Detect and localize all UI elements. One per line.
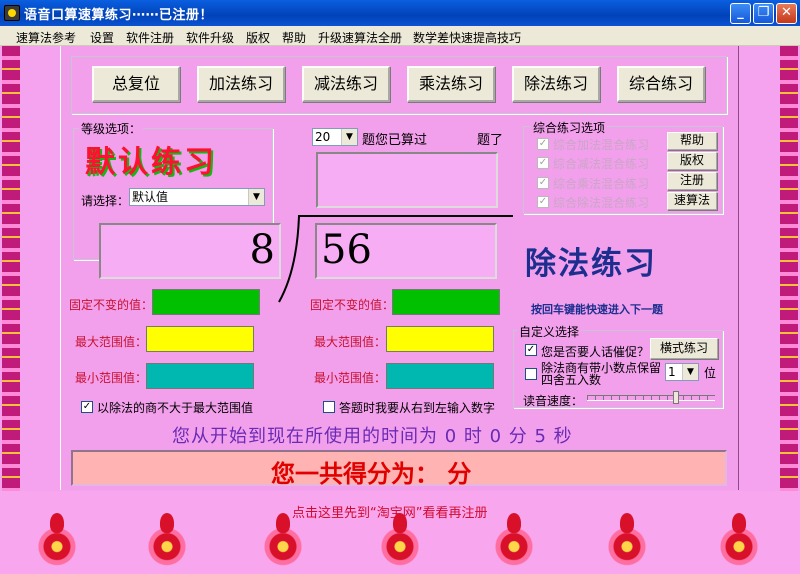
left-quotient-checkbox[interactable]: ✓: [81, 401, 93, 413]
menu-settings[interactable]: 设置: [90, 29, 114, 46]
right-to-left-label: 答题时我要从右到左输入数字: [339, 401, 496, 415]
decimal-value: 1: [668, 365, 676, 379]
mixed-group-title: 综合练习选项: [531, 119, 608, 136]
main-panel: 总复位 加法练习 减法练习 乘法练习 除法练习 综合练习 等级选项： 默认练习 …: [60, 46, 739, 490]
answer-count-box: [316, 152, 498, 208]
level-select[interactable]: 默认值 ▼: [129, 188, 265, 206]
left-max-label: 最大范围值：: [75, 335, 148, 349]
decimal-label-line2: 四舍五入数: [541, 373, 602, 387]
custom-group-title: 自定义选择: [517, 323, 582, 340]
divisor-value: 8: [249, 227, 275, 273]
decimal-unit: 位: [704, 366, 717, 380]
menu-help[interactable]: 帮助: [282, 29, 306, 46]
mixed-add-checkbox[interactable]: ✓: [537, 138, 549, 150]
left-quotient-label: 以除法的商不大于最大范围值: [97, 401, 254, 415]
flower-ornament: [262, 513, 304, 569]
left-min-input[interactable]: [146, 363, 254, 389]
count-select[interactable]: 20 ▼: [312, 128, 358, 146]
chevron-down-icon[interactable]: ▼: [248, 189, 264, 205]
flower-ornament: [146, 513, 188, 569]
mixed-sub-label: 综合减法混合练习: [553, 157, 650, 171]
close-button[interactable]: ✕: [776, 3, 797, 24]
flower-ornament: [606, 513, 648, 569]
mixed-add-label: 综合加法混合练习: [553, 138, 650, 152]
mode-banner: 除法练习: [525, 246, 657, 282]
right-fixed-label: 固定不变的值：: [310, 298, 395, 312]
right-fixed-input[interactable]: [392, 289, 500, 315]
mixed-div-label: 综合除法混合练习: [553, 196, 650, 210]
mixed-mul-checkbox[interactable]: ✓: [537, 177, 549, 189]
menu-upgrade[interactable]: 软件升级: [186, 29, 234, 46]
right-min-label: 最小范围值：: [314, 371, 387, 385]
speed-label: 读音速度：: [523, 394, 584, 408]
flower-ornament: [493, 513, 535, 569]
division-button[interactable]: 除法练习: [512, 66, 600, 102]
dividend-value: 56: [321, 227, 372, 273]
next-question-hint: 按回车键能快速进入下一题: [531, 303, 663, 316]
register-button[interactable]: 注册: [667, 172, 717, 190]
decimal-checkbox[interactable]: [525, 368, 537, 380]
speed-method-button[interactable]: 速算法: [667, 192, 717, 210]
right-decoration: [780, 46, 798, 491]
window-title: 语音口算速算练习⋯⋯已注册！: [24, 8, 214, 23]
copyright-button[interactable]: 版权: [667, 152, 717, 170]
dividend-box[interactable]: 56: [315, 223, 497, 279]
count-label-before: 题您已算过: [362, 133, 428, 148]
menu-register[interactable]: 软件注册: [126, 29, 174, 46]
title-bar: 语音口算速算练习⋯⋯已注册！ _ ❐ ✕: [0, 0, 800, 26]
menu-copyright[interactable]: 版权: [246, 29, 270, 46]
chevron-down-icon[interactable]: ▼: [341, 129, 357, 145]
mixed-button[interactable]: 综合练习: [617, 66, 705, 102]
multiplication-button[interactable]: 乘法练习: [407, 66, 495, 102]
count-label-after: 题了: [477, 133, 504, 148]
divisor-box: 8: [99, 223, 281, 279]
addition-button[interactable]: 加法练习: [197, 66, 285, 102]
decimal-label: 除法商有带小数点保留 四舍五入数: [541, 362, 661, 386]
count-value: 20: [315, 130, 331, 144]
right-max-label: 最大范围值：: [314, 335, 387, 349]
maximize-button[interactable]: ❐: [753, 3, 774, 24]
horizontal-practice-button[interactable]: 横式练习: [650, 338, 718, 359]
level-select-label: 请选择：: [81, 194, 130, 208]
help-button[interactable]: 帮助: [667, 132, 717, 150]
right-min-input[interactable]: [386, 363, 494, 389]
subtraction-button[interactable]: 减法练习: [302, 66, 390, 102]
flower-ornament: [718, 513, 760, 569]
right-max-input[interactable]: [386, 326, 494, 352]
menu-bar: 速算法参考 设置 软件注册 软件升级 版权 帮助 升级速算法全册 数学差快速提高…: [0, 26, 800, 46]
right-to-left-checkbox[interactable]: [323, 401, 335, 413]
flower-ornament: [379, 513, 421, 569]
mixed-mul-label: 综合乘法混合练习: [553, 177, 650, 191]
minimize-button[interactable]: _: [730, 3, 751, 24]
reset-button[interactable]: 总复位: [92, 66, 180, 102]
speed-slider-thumb[interactable]: [673, 391, 679, 404]
urge-label: 您是否要人话催促？: [541, 345, 650, 359]
left-fixed-label: 固定不变的值：: [69, 298, 154, 312]
decimal-select[interactable]: 1 ▼: [665, 363, 699, 381]
left-max-input[interactable]: [146, 326, 254, 352]
mixed-sub-checkbox[interactable]: ✓: [537, 157, 549, 169]
mixed-div-checkbox[interactable]: ✓: [537, 196, 549, 208]
left-fixed-input[interactable]: [152, 289, 260, 315]
score-text: 您一共得分为： 分: [271, 460, 472, 488]
level-mode-text: 默认练习: [85, 145, 217, 180]
urge-checkbox[interactable]: ✓: [525, 344, 537, 356]
menu-tips[interactable]: 数学差快速提高技巧: [413, 29, 521, 46]
menu-speed-reference[interactable]: 速算法参考: [16, 29, 76, 46]
left-decoration: [2, 46, 20, 491]
score-box: 您一共得分为： 分: [71, 450, 727, 488]
menu-upgrade-full[interactable]: 升级速算法全册: [318, 29, 402, 46]
speed-slider[interactable]: [587, 395, 715, 401]
chevron-down-icon[interactable]: ▼: [682, 364, 698, 380]
app-icon: [4, 5, 20, 21]
elapsed-time: 您从开始到现在所使用的时间为 0 时 0 分 5 秒: [172, 426, 573, 447]
level-select-value: 默认值: [132, 190, 169, 204]
level-group-title: 等级选项：: [79, 120, 144, 137]
left-min-label: 最小范围值：: [75, 371, 148, 385]
flower-ornament: [36, 513, 78, 569]
